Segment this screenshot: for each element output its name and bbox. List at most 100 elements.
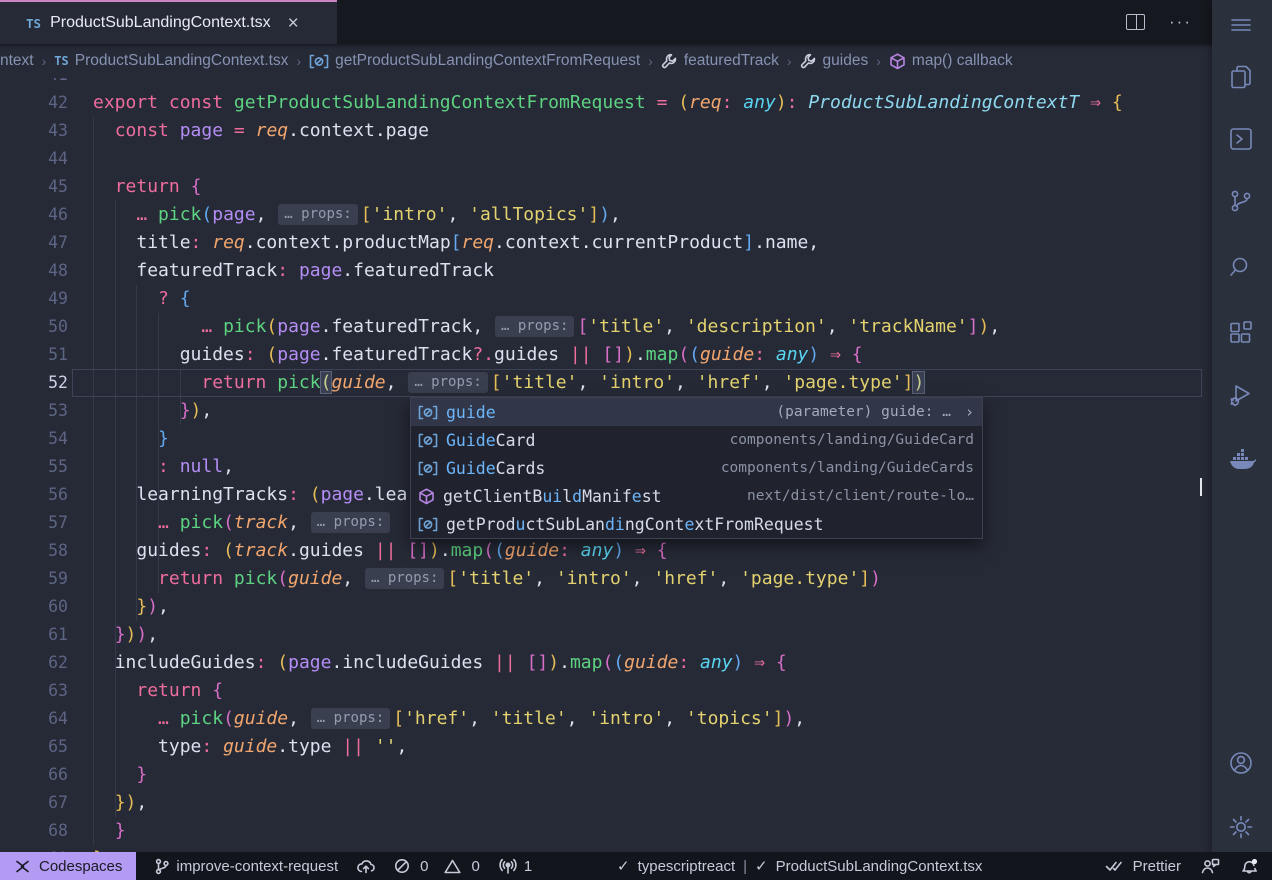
code-line-51[interactable]: 51 guides: (page.featuredTrack?.guides |… (0, 341, 1212, 369)
suggest-item[interactable]: guide(parameter) guide: …› (411, 398, 982, 426)
settings-icon[interactable] (1228, 814, 1256, 842)
line-number: 55 (0, 453, 68, 481)
code-line-42[interactable]: 42export const getProductSubLandingConte… (0, 89, 1212, 117)
code-line-69[interactable]: 69} (0, 845, 1212, 852)
symbol-misc-icon (418, 433, 438, 448)
suggest-item[interactable]: GuideCardscomponents/landing/GuideCards (411, 454, 982, 482)
code-line-44[interactable]: 44 (0, 145, 1212, 173)
line-content: return pick(guide, … props:['title', 'in… (93, 369, 924, 397)
code-editor[interactable]: 4142export const getProductSubLandingCon… (0, 78, 1212, 852)
line-content: } (93, 845, 104, 852)
code-line-49[interactable]: 49 ? { (0, 285, 1212, 313)
code-line-66[interactable]: 66 } (0, 761, 1212, 789)
account-icon[interactable] (1228, 750, 1256, 778)
tab-productsublandingcontext[interactable]: TS ProductSubLandingContext.tsx × (0, 0, 337, 44)
symbol-misc-icon (309, 54, 329, 69)
editor-actions: ··· (1126, 0, 1192, 44)
remote-indicator-badge[interactable]: Codespaces (0, 852, 136, 880)
search-icon[interactable] (1228, 254, 1256, 282)
autocomplete-popup[interactable]: guide(parameter) guide: …›GuideCardcompo… (410, 397, 983, 539)
code-line-46[interactable]: 46 … pick(page, … props:['intro', 'allTo… (0, 201, 1212, 229)
extensions-icon[interactable] (1228, 320, 1256, 348)
code-line-41[interactable]: 41 (0, 78, 1212, 89)
docker-icon[interactable] (1228, 446, 1256, 474)
code-line-52[interactable]: 52 return pick(guide, … props:['title', … (0, 369, 1212, 397)
suggest-detail: components/landing/GuideCard (730, 432, 974, 448)
code-line-65[interactable]: 65 type: guide.type || '', (0, 733, 1212, 761)
breadcrumb-item-ntext[interactable]: ntext (0, 52, 34, 70)
line-content: learningTracks: (page.lea (93, 481, 407, 509)
breadcrumb-label: ProductSubLandingContext.tsx (75, 52, 289, 70)
breadcrumb-label: ntext (0, 52, 34, 70)
code-line-45[interactable]: 45 return { (0, 173, 1212, 201)
debug-icon[interactable] (1228, 382, 1256, 410)
line-number: 48 (0, 257, 68, 285)
line-number: 66 (0, 761, 68, 789)
branch-item[interactable]: improve-context-request (154, 858, 338, 875)
line-number: 62 (0, 649, 68, 677)
source-control-icon[interactable] (1228, 188, 1256, 216)
code-line-47[interactable]: 47 title: req.context.productMap[req.con… (0, 229, 1212, 257)
suggest-item[interactable]: getProductSubLandingContextFromRequest (411, 510, 982, 538)
line-number: 52 (0, 369, 68, 397)
line-number: 50 (0, 313, 68, 341)
tab-close-icon[interactable]: × (288, 14, 299, 33)
line-number: 51 (0, 341, 68, 369)
breadcrumb-item-map-callback[interactable]: map() callback (889, 52, 1013, 70)
terminal-icon[interactable] (1228, 126, 1256, 154)
breadcrumb-item-productsublandingcontext-tsx[interactable]: TSProductSubLandingContext.tsx (54, 52, 288, 70)
cloud-upload-icon (356, 858, 376, 874)
code-line-50[interactable]: 50 … pick(page.featuredTrack, … props:['… (0, 313, 1212, 341)
code-line-62[interactable]: 62 includeGuides: (page.includeGuides ||… (0, 649, 1212, 677)
feedback-icon[interactable] (1201, 858, 1220, 874)
symbol-misc-icon (418, 517, 438, 532)
code-line-59[interactable]: 59 return pick(guide, … props:['title', … (0, 565, 1212, 593)
line-number: 65 (0, 733, 68, 761)
line-content: return { (93, 677, 223, 705)
menu-icon[interactable] (1228, 12, 1256, 40)
code-line-60[interactable]: 60 }), (0, 593, 1212, 621)
split-editor-icon[interactable] (1126, 14, 1145, 30)
code-line-48[interactable]: 48 featuredTrack: page.featuredTrack (0, 257, 1212, 285)
breadcrumb-item-getproductsublandingcontextfromrequest[interactable]: getProductSubLandingContextFromRequest (309, 52, 640, 70)
sync-item[interactable] (356, 858, 376, 874)
explorer-icon[interactable] (1228, 64, 1256, 92)
code-line-61[interactable]: 61 })), (0, 621, 1212, 649)
branch-label: improve-context-request (176, 858, 338, 875)
line-content: featuredTrack: page.featuredTrack (93, 257, 494, 285)
status-bar: Codespaces improve-context-request 0 0 1… (0, 852, 1272, 880)
file-info-item[interactable]: ✓ typescriptreact | ✓ ProductSubLandingC… (617, 857, 982, 875)
breadcrumb-item-guides[interactable]: guides (800, 52, 869, 70)
inlay-hint: … props: (408, 372, 487, 393)
code-line-63[interactable]: 63 return { (0, 677, 1212, 705)
formatter-item[interactable]: Prettier (1105, 858, 1181, 875)
breadcrumb-separator: › (647, 53, 654, 69)
activity-bar (1212, 0, 1272, 852)
breadcrumb-separator: › (786, 53, 793, 69)
suggest-detail: (parameter) guide: … (776, 404, 951, 420)
code-line-67[interactable]: 67 }), (0, 789, 1212, 817)
breadcrumb: ntext › TSProductSubLandingContext.tsx › get… (0, 44, 1212, 78)
suggest-item[interactable]: getClientBuildManifestnext/dist/client/r… (411, 482, 982, 510)
suggest-item[interactable]: GuideCardcomponents/landing/GuideCard (411, 426, 982, 454)
ports-item[interactable]: 1 (498, 858, 532, 875)
line-number: 44 (0, 145, 68, 173)
breadcrumb-item-featuredtrack[interactable]: featuredTrack (661, 52, 779, 70)
tab-bar: TS ProductSubLandingContext.tsx × ··· (0, 0, 1212, 44)
line-number: 53 (0, 397, 68, 425)
more-actions-icon[interactable]: ··· (1169, 12, 1192, 32)
bell-icon[interactable] (1240, 858, 1258, 875)
line-content: export const getProductSubLandingContext… (93, 89, 1123, 117)
line-content: … pick(page.featuredTrack, … props:['tit… (93, 313, 1000, 341)
line-number: 46 (0, 201, 68, 229)
code-line-64[interactable]: 64 … pick(guide, … props:['href', 'title… (0, 705, 1212, 733)
code-line-43[interactable]: 43 const page = req.context.page (0, 117, 1212, 145)
typescript-file-icon: TS (26, 16, 41, 31)
line-number: 54 (0, 425, 68, 453)
problems-item[interactable]: 0 0 (394, 858, 480, 875)
line-number: 43 (0, 117, 68, 145)
code-line-68[interactable]: 68 } (0, 817, 1212, 845)
broadcast-icon (498, 858, 518, 874)
expand-docs-icon[interactable]: › (965, 403, 974, 421)
code-line-58[interactable]: 58 guides: (track.guides || []).map((gui… (0, 537, 1212, 565)
